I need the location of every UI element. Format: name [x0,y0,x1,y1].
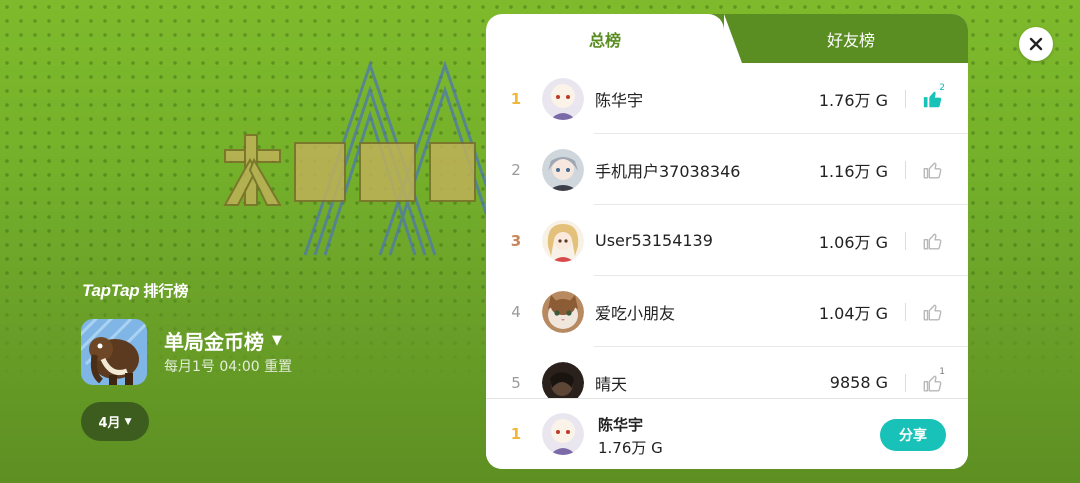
player-name: 手机用户37038346 [595,161,741,181]
taptap-logo-text: TapTap [82,281,140,300]
ranking-list[interactable]: 1 陈华宇 1.76万 G 2 2 手机用户37038346 1.16万 G 3 [486,63,968,398]
like-count: 2 [939,83,945,93]
divider [905,373,906,392]
tab-total[interactable]: 总榜 [486,14,724,63]
my-ranking-bar: 1 陈华宇 1.76万 G 分享 [486,398,968,469]
my-name: 陈华宇 [598,416,644,434]
player-name: 爱吃小朋友 [595,303,676,323]
thumbs-up-icon[interactable] [922,301,944,323]
tab-friends[interactable]: 好友榜 [736,14,966,63]
taptap-ranking-brand: TapTap 排行榜 [82,280,188,301]
rank-number: 1 [510,89,522,108]
list-item[interactable]: 4 爱吃小朋友 1.04万 G [486,276,968,347]
avatar[interactable] [542,148,584,191]
rank-number: 3 [510,231,522,250]
month-label: 4月 [98,416,121,431]
thumbs-up-icon[interactable] [922,230,944,252]
avatar[interactable] [542,290,584,333]
avatar[interactable] [542,361,584,398]
player-score: 9858 G [829,373,888,392]
list-item[interactable]: 2 手机用户37038346 1.16万 G [486,134,968,205]
rank-number: 5 [511,373,521,392]
share-button[interactable]: 分享 [880,419,946,451]
divider [905,160,906,179]
rank-number: 4 [511,302,521,321]
leaderboard-panel: 总榜 好友榜 1 陈华宇 1.76万 G 2 2 手机用户37038346 1.… [486,14,968,469]
my-score: 1.76万 G [598,439,663,457]
divider [905,302,906,321]
divider [905,89,906,108]
month-selector-button[interactable]: 4月 ▼ [81,402,149,441]
player-score: 1.76万 G [818,90,888,110]
reset-schedule: 每月1号 04:00 重置 [164,359,293,375]
board-selector[interactable]: 单局金币榜 ▼ [164,326,282,355]
tab-bar: 总榜 好友榜 [486,14,968,63]
player-score: 1.06万 G [818,232,888,252]
player-name: User53154139 [595,231,713,250]
mammoth-game-icon [81,319,147,385]
caret-down-icon: ▼ [124,416,132,427]
ranking-label: 排行榜 [143,282,189,300]
list-item[interactable]: 1 陈华宇 1.76万 G 2 [486,63,968,134]
close-icon [1029,37,1043,51]
player-name: 晴天 [595,374,628,394]
caret-down-icon: ▼ [272,333,282,348]
thumbs-up-icon[interactable] [922,159,944,181]
close-button[interactable] [1019,27,1053,61]
player-score: 1.04万 G [818,303,888,323]
list-item[interactable]: 5 晴天 9858 G 1 [486,347,968,398]
list-item[interactable]: 3 User53154139 1.06万 G [486,205,968,276]
player-score: 1.16万 G [818,161,888,181]
player-name: 陈华宇 [595,90,644,110]
rank-number: 2 [511,160,521,179]
game-logo-art [223,60,510,256]
like-count: 1 [939,367,945,377]
avatar[interactable] [542,219,584,262]
board-title: 单局金币榜 [164,330,264,354]
divider [905,231,906,250]
my-rank-number: 1 [510,425,522,443]
avatar[interactable] [542,77,584,120]
my-avatar[interactable] [542,413,584,455]
